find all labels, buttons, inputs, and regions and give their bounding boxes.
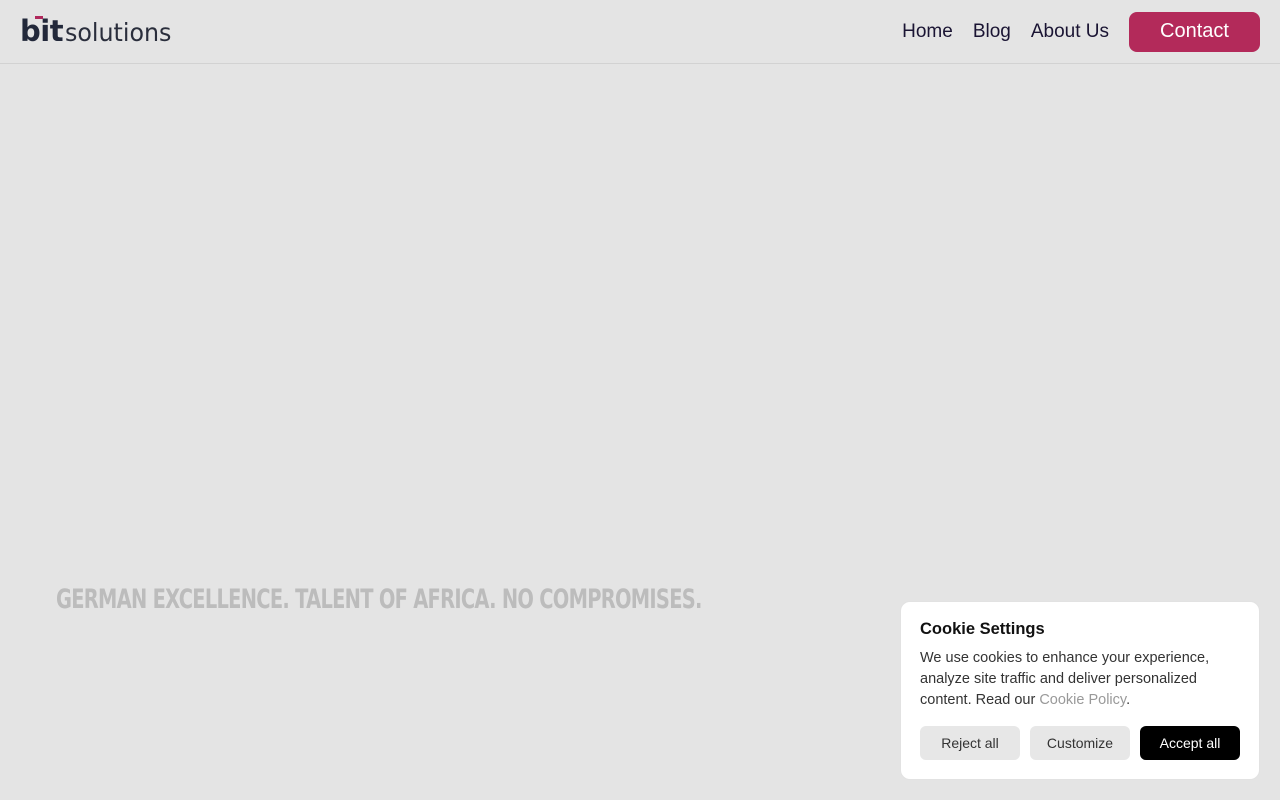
- customize-button[interactable]: Customize: [1030, 726, 1130, 760]
- cookie-description: We use cookies to enhance your experienc…: [920, 648, 1235, 711]
- logo-bit-text: bit: [20, 13, 64, 48]
- cookie-actions: Reject all Customize Accept all: [920, 726, 1240, 760]
- nav-about-us-link[interactable]: About Us: [1031, 21, 1109, 43]
- accept-all-button[interactable]: Accept all: [1140, 726, 1240, 760]
- nav-blog-link[interactable]: Blog: [973, 21, 1011, 43]
- main-nav: Home Blog About Us Contact: [902, 11, 1260, 52]
- logo-accent-dot: [34, 15, 43, 19]
- site-header: bit solutions Home Blog About Us Contact: [0, 0, 1280, 64]
- reject-all-button[interactable]: Reject all: [920, 726, 1020, 760]
- logo-solutions-text: solutions: [65, 17, 172, 47]
- hero-tagline: GERMAN EXCELLENCE. TALENT OF AFRICA. NO …: [56, 584, 702, 615]
- bit-solutions-logo[interactable]: bit solutions: [20, 14, 177, 48]
- cookie-policy-link[interactable]: Cookie Policy: [1039, 692, 1126, 708]
- contact-button[interactable]: Contact: [1129, 11, 1260, 52]
- nav-home-link[interactable]: Home: [902, 21, 953, 43]
- cookie-banner: Cookie Settings We use cookies to enhanc…: [900, 601, 1260, 780]
- cookie-title: Cookie Settings: [920, 620, 1045, 638]
- cookie-text-end: .: [1126, 692, 1131, 708]
